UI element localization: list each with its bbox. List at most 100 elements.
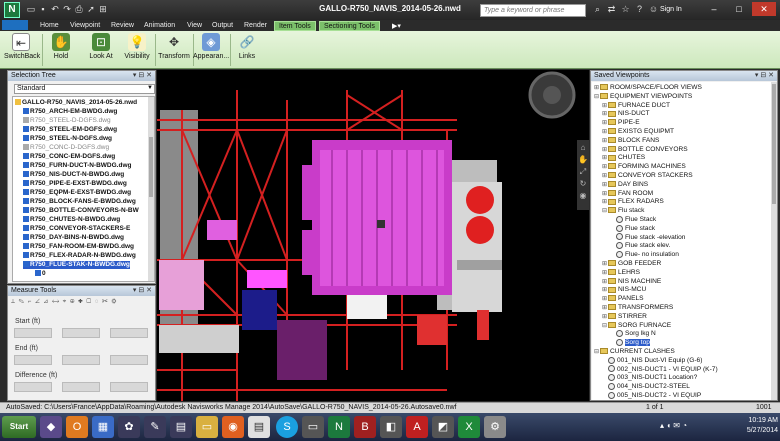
visibility-button[interactable]: 💡 Visibility [120,32,154,68]
flower-app-icon[interactable]: ✿ [118,416,140,438]
tree-item[interactable]: R750_STEEL-N-DGFS.dwg [23,135,112,143]
tray-icons[interactable]: ▴ ◖ ✉ ◔ [660,421,687,430]
calendar-icon[interactable]: ▦ [92,416,114,438]
tab-item-tools[interactable]: Item Tools [274,21,316,31]
tree-item[interactable]: R750_NIS-DUCT-N-BWDG.dwg [23,171,124,179]
measure-toolbar[interactable]: ⟂ ✎ ⌐ ∠ ⊿ ⟷ ⌖ ⊕ ✚ ▢ ◌ ✂ ⚙ [11,298,154,308]
app-icon[interactable]: ◧ [380,416,402,438]
start-button[interactable]: Start [2,416,36,438]
excel-icon[interactable]: X [458,416,480,438]
viewpoint-folder[interactable]: ⊞ PIPE-E [602,118,640,127]
links-button[interactable]: 🔗 Links [232,32,262,68]
tree-item[interactable]: R750_BLOCK-FANS-E-BWDG.dwg [23,198,136,206]
viewpoint-folder[interactable]: ⊞ FORMING MACHINES [602,162,686,171]
help-icon[interactable]: ? [634,4,645,15]
tab-review[interactable]: Review [107,21,138,31]
viewpoint-folder[interactable]: ⊞ FAN ROOM [602,189,653,198]
tree-item[interactable]: R750_BOTTLE-CONVEYORS-N-BW [23,207,139,215]
viewpoint-folder[interactable]: ⊞ FLEX RADARS [602,197,664,206]
monitor-icon[interactable]: ▭ [302,416,324,438]
navisworks-icon[interactable]: N [328,416,350,438]
media-app-icon[interactable]: ◆ [40,416,62,438]
viewpoint-folder[interactable]: ⊞ DAY BINS [602,180,648,189]
tab-sectioning-tools[interactable]: Sectioning Tools [319,21,380,31]
viewpoint-folder[interactable]: ⊞ FURNACE DUCT [602,101,670,110]
viewpoint-folder[interactable]: ⊞ NIS-MCU [602,285,646,294]
viewpoint-item[interactable]: 002_NIS-DUCT1 - VI EQUIP (K-7) [602,365,718,374]
application-menu-button[interactable] [2,20,28,30]
tree-item[interactable]: R750_CHUTES-N-BWDG.dwg [23,216,120,224]
tool-icon[interactable]: ⚙ [484,416,506,438]
viewpoint-folder[interactable]: ⊞ BOTTLE CONVEYORS [602,145,688,154]
hold-button[interactable]: ✋ Hold [46,32,76,68]
tab-render[interactable]: Render [240,21,271,31]
viewpoint-folder[interactable]: ⊞ TRANSFORMERS [602,303,673,312]
viewpoint-item[interactable]: Flue Stack [610,215,656,224]
viewpoint-folder[interactable]: ⊟ SORG FURNACE [602,321,671,330]
tree-item[interactable]: R750_FLUE-STAK-N-BWDG.dwg [23,261,130,269]
panel-controls[interactable]: ▾ ⊟ ✕ [133,71,152,79]
viewpoint-item[interactable]: Flue- no insulation [610,250,679,259]
viewpoint-folder[interactable]: ⊞ STIRRER [602,312,647,321]
panel-controls[interactable]: ▾ ⊟ ✕ [133,286,152,294]
user-icon[interactable]: ☺ [648,4,659,15]
firefox-icon[interactable]: ◉ [222,416,244,438]
viewpoint-folder[interactable]: ⊞ NIS MACHINE [602,277,661,286]
look-at-button[interactable]: ⊡ Look At [84,32,118,68]
viewpoint-folder[interactable]: ⊞ NIS-DUCT [602,109,650,118]
saved-viewpoints-list[interactable]: ⊞ ROOM/SPACE/FLOOR VIEWS ⊟ EQUIPMENT VIEWPO… [592,82,772,400]
3d-viewport[interactable]: ⌂ ✋ ⤢ ↻ ◉ [157,70,589,401]
tree-item[interactable]: R750_STEEL-EM-DGFS.dwg [23,126,117,134]
tab-home[interactable]: Home [36,21,63,31]
tree-item[interactable]: R750_FAN-ROOM-EM-BWDG.dwg [23,243,134,251]
exchange-icon[interactable]: ⇄ [606,4,617,15]
viewpoint-folder[interactable]: ⊞ PANELS [602,294,644,303]
acrobat-icon[interactable]: A [406,416,428,438]
viewpoint-folder[interactable]: ⊟ Flu stack [602,206,644,215]
bentley-icon[interactable]: B [354,416,376,438]
close-icon[interactable]: ✕ [752,2,776,16]
switchback-button[interactable]: ⇤ SwitchBack [4,32,40,68]
tree-item[interactable]: R750_CONC-EM-DGFS.dwg [23,153,115,161]
star-icon[interactable]: ☆ [620,4,631,15]
tree-item[interactable]: R750_ARCH-EM-BWDG.dwg [23,108,117,116]
paint-icon[interactable]: ✎ [144,416,166,438]
selection-tree-list[interactable]: GALLO-R750_NAVIS_2014-05-26.nwd R750_ARCH… [12,96,155,282]
search-input[interactable]: Type a keyword or phrase [480,4,586,17]
tree-item[interactable]: GALLO-R750_NAVIS_2014-05-26.nwd [15,99,137,107]
tree-item[interactable]: R750_FLEX-RADAR-N-BWDG.dwg [23,252,136,260]
tree-item[interactable]: R750_CONVEYOR-STACKERS-E [23,225,130,233]
viewpoint-folder[interactable]: ⊟ EQUIPMENT VIEWPOINTS [594,92,692,101]
tree-item[interactable]: R750_PIPE-E-EXST-BWDG.dwg [23,180,127,188]
viewpoint-item[interactable]: Sorg top [610,338,650,347]
viewpoint-folder[interactable]: ⊞ LEHRS [602,268,640,277]
minimize-icon[interactable]: – [702,2,726,16]
panel-controls[interactable]: ▾ ⊟ ✕ [755,71,774,79]
tree-item[interactable]: R750_EQPM-E-EXST-BWDG.dwg [23,189,131,197]
notepad-icon[interactable]: ▤ [248,416,270,438]
viewpoint-folder[interactable]: ⊞ CHUTES [602,153,645,162]
film-icon[interactable]: ▤ [170,416,192,438]
nav-bar-icons[interactable]: ⌂ ✋ ⤢ ↻ ◉ [577,142,589,202]
viewpoint-folder[interactable]: ⊞ EXISTG EQUIPMT [602,127,674,136]
viewpoint-folder[interactable]: ⊞ GOB FEEDER [602,259,661,268]
tab-animation[interactable]: Animation [140,21,179,31]
outlook-icon[interactable]: O [66,416,88,438]
folder-icon[interactable]: ▭ [196,416,218,438]
viewpoints-scrollbar[interactable] [771,82,777,400]
viewpoint-item[interactable]: Sorg lkg N [610,329,656,338]
search-icon[interactable]: ⌕ [592,4,603,15]
skype-icon[interactable]: S [276,416,298,438]
viewpoint-item[interactable]: 005_NIS-DUCT2 - VI EQUIP [602,391,701,400]
clock[interactable]: 10:19 AM 5/27/2014 [724,416,778,438]
viewer-icon[interactable]: ◩ [432,416,454,438]
tree-item[interactable]: 0 [35,270,46,278]
appearance-button[interactable]: ◈ Appearan... [193,32,229,68]
viewpoint-item[interactable]: Flue stack -elevation [610,233,685,242]
transform-button[interactable]: ✥ Transform [157,32,191,68]
tab-view[interactable]: View [183,21,206,31]
viewpoint-item[interactable]: 003_NIS-DUCT1 Location? [602,373,697,382]
viewpoint-item[interactable]: Flue stack [610,224,655,233]
viewpoint-item[interactable]: 001_NIS Duct-VI Equip (G-6) [602,356,702,365]
viewpoint-folder[interactable]: ⊞ CONVEYOR STACKERS [602,171,693,180]
